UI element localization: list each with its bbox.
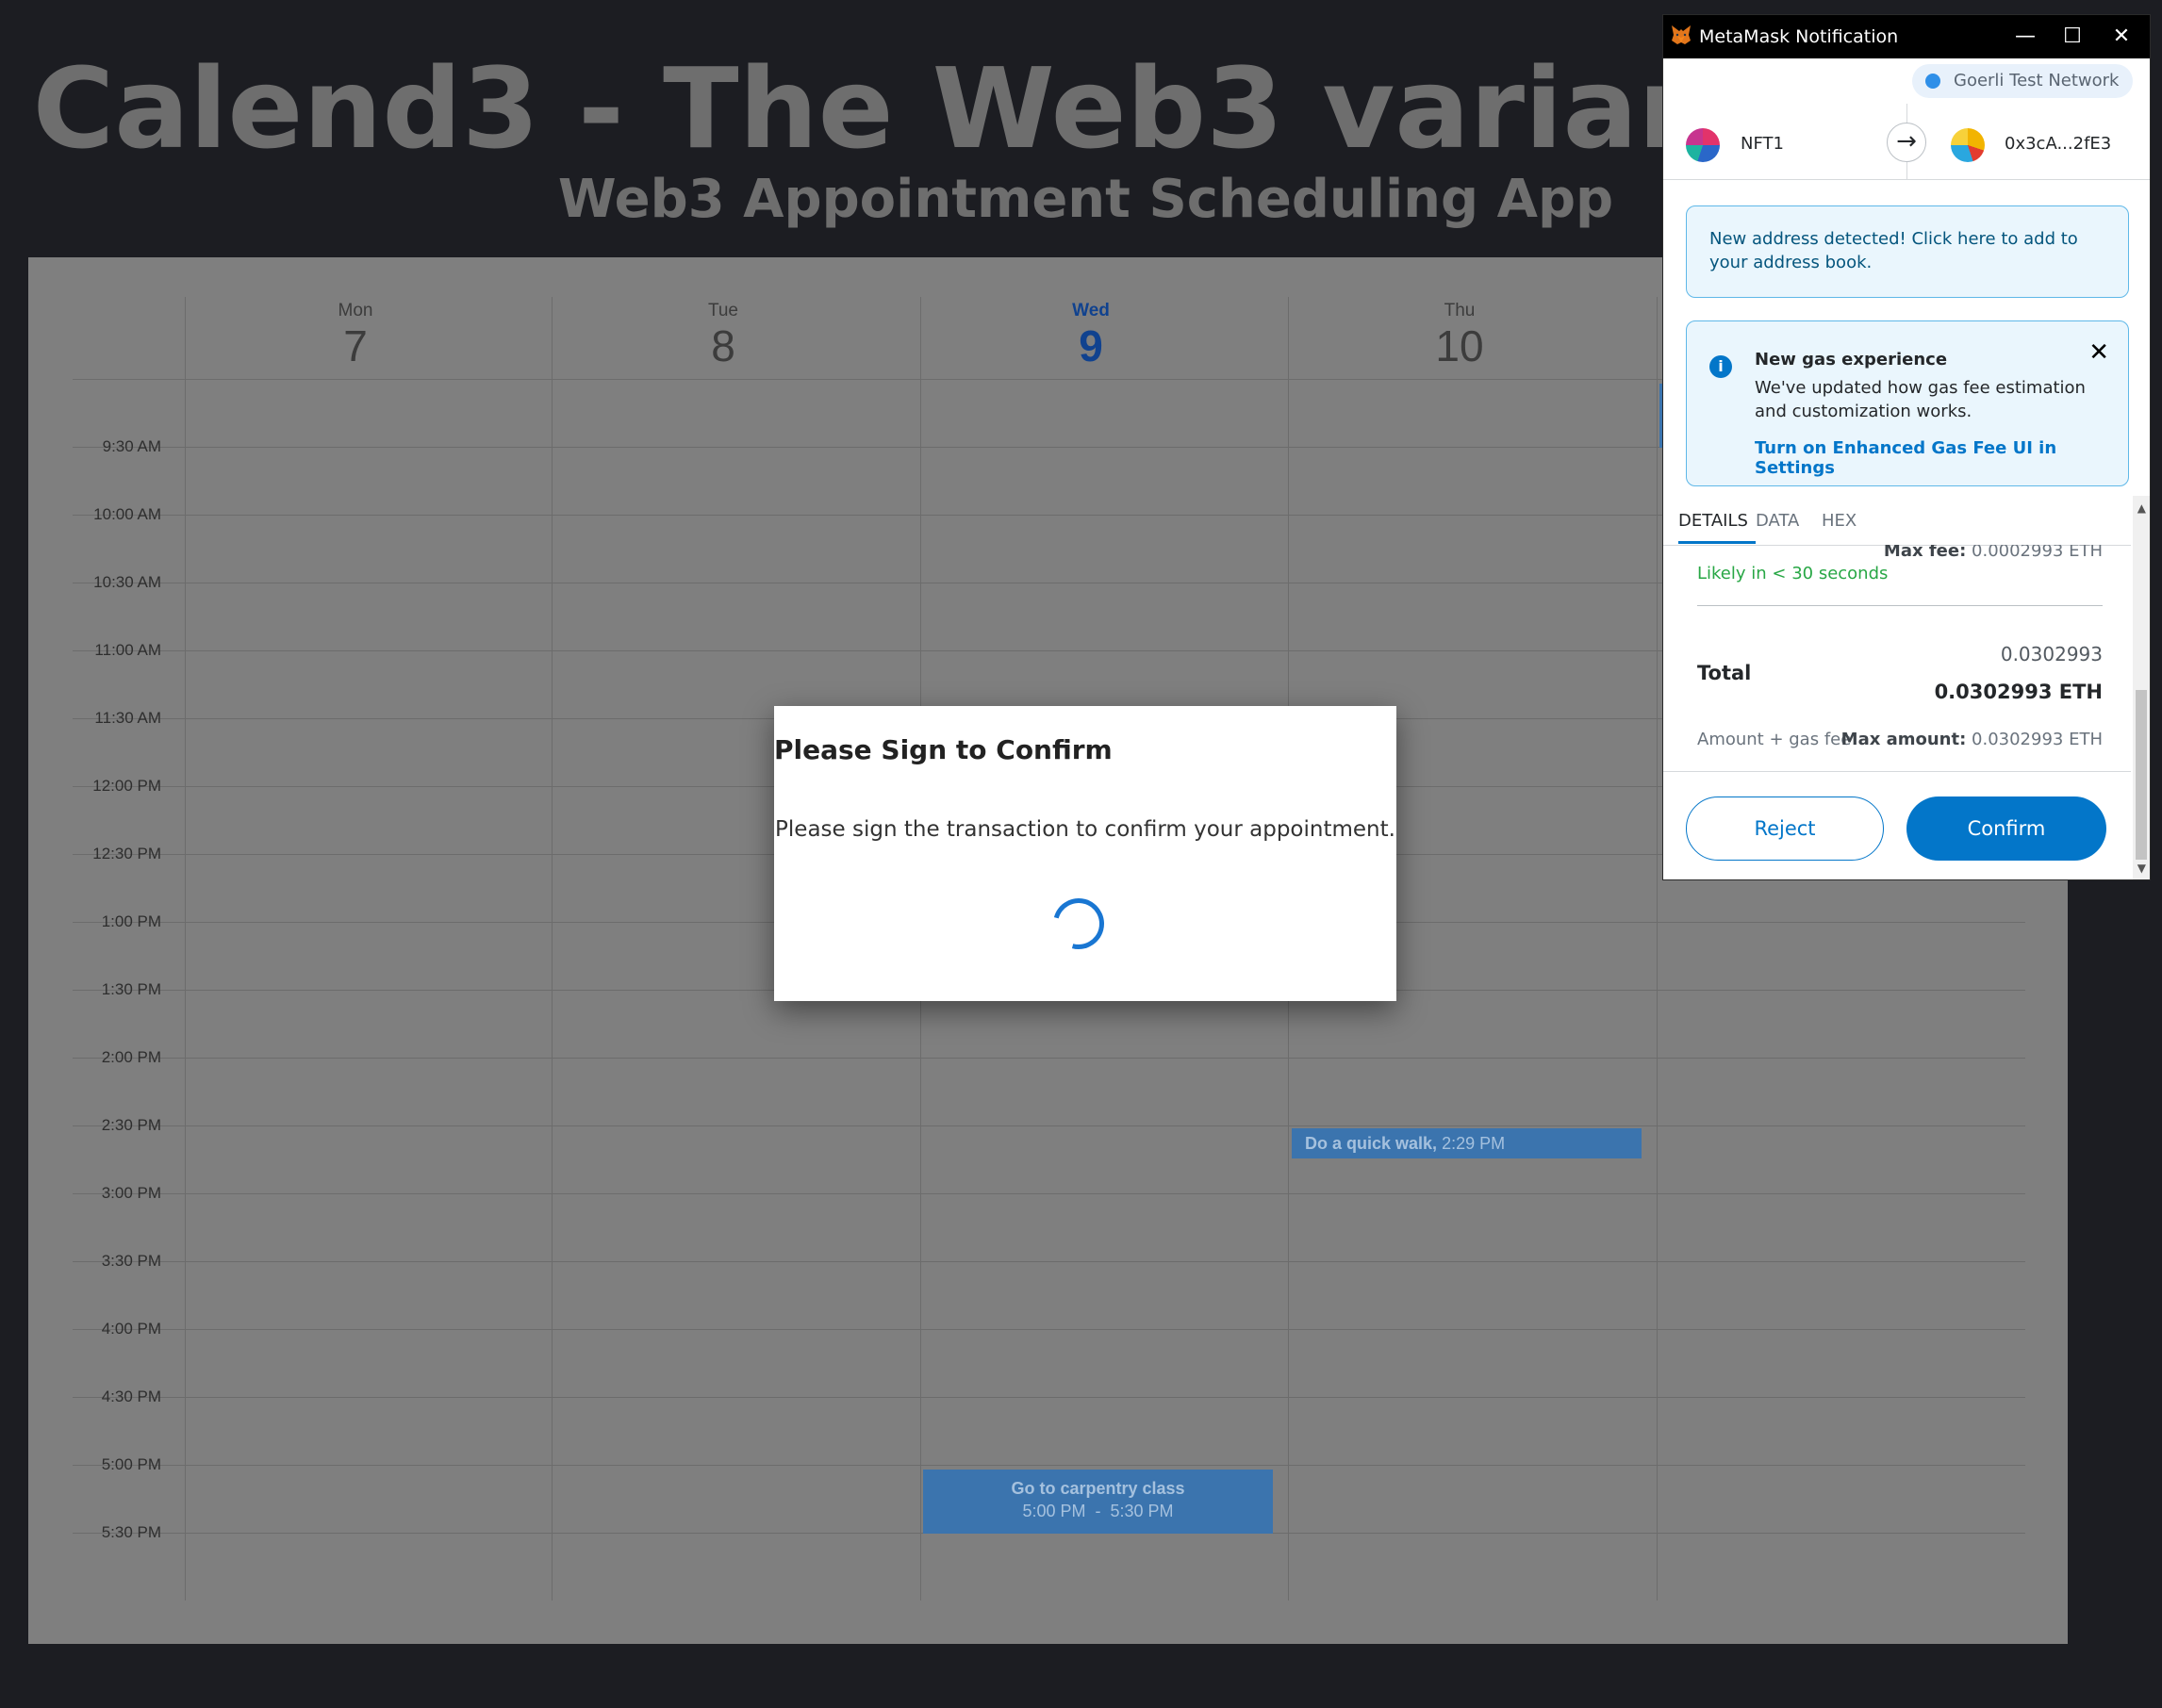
event-time: 2:29 PM <box>1442 1134 1506 1153</box>
network-name: Goerli Test Network <box>1954 71 2120 90</box>
time-slot-label: 2:30 PM <box>101 1116 161 1134</box>
time-slot-label: 4:00 PM <box>101 1320 161 1338</box>
metamask-notification-window: MetaMask Notification — ☐ ✕ Goerli Test … <box>1662 14 2151 880</box>
metamask-fox-icon <box>1672 25 1691 44</box>
footer-divider <box>1663 771 2131 772</box>
close-window-button[interactable]: ✕ <box>2103 21 2140 53</box>
time-slot-label: 3:30 PM <box>101 1252 161 1270</box>
network-selector[interactable]: Goerli Test Network <box>1912 64 2133 98</box>
max-amount-label: Max amount: <box>1840 730 1967 749</box>
event-time: 5:00 PM - 5:30 PM <box>1022 1502 1174 1520</box>
time-slot-label: 2:00 PM <box>101 1048 161 1066</box>
day-header-thu[interactable]: Thu 10 <box>1276 301 1643 370</box>
confirm-button[interactable]: Confirm <box>1906 797 2106 861</box>
window-title: MetaMask Notification <box>1699 26 1899 47</box>
gas-experience-alert: i New gas experience We've updated how g… <box>1686 320 2129 486</box>
network-status-icon <box>1925 74 1940 89</box>
day-header-tue[interactable]: Tue 8 <box>539 301 907 370</box>
time-slot-label: 11:00 AM <box>94 641 161 659</box>
max-fee: Max fee: 0.0002993 ETH <box>1884 545 2103 561</box>
time-slot-label: 9:30 AM <box>102 437 161 455</box>
day-number: 7 <box>343 321 368 370</box>
tab-details[interactable]: DETAILS <box>1678 511 1748 531</box>
new-address-alert[interactable]: New address detected! Click here to add … <box>1686 205 2129 298</box>
reject-button[interactable]: Reject <box>1686 797 1884 861</box>
day-header-mon[interactable]: Mon 7 <box>172 301 539 370</box>
info-icon: i <box>1709 355 1732 378</box>
tab-data[interactable]: DATA <box>1756 511 1799 531</box>
gas-alert-text: We've updated how gas fee estimation and… <box>1755 378 2086 421</box>
from-account-avatar <box>1686 128 1720 162</box>
enhanced-gas-settings-link[interactable]: Turn on Enhanced Gas Fee UI in Settings <box>1755 438 2128 478</box>
time-slot-label: 5:00 PM <box>101 1455 161 1473</box>
event-title: Go to carpentry class <box>1011 1479 1185 1498</box>
time-slot-label: 1:00 PM <box>101 912 161 930</box>
modal-title: Please Sign to Confirm <box>774 734 1113 765</box>
account-row: NFT1 → 0x3cA...2fE3 <box>1663 104 2150 180</box>
time-slot-label: 10:30 AM <box>93 573 161 591</box>
sign-confirm-modal: Please Sign to Confirm Please sign the t… <box>774 706 1396 1001</box>
from-account-name[interactable]: NFT1 <box>1741 134 1784 154</box>
to-account-avatar <box>1951 128 1985 162</box>
time-slot-label: 4:30 PM <box>101 1388 161 1405</box>
scrollbar-thumb[interactable] <box>2136 690 2147 860</box>
day-name: Wed <box>1072 301 1110 320</box>
max-fee-value: 0.0002993 ETH <box>1972 545 2103 561</box>
day-name: Thu <box>1444 301 1476 320</box>
maximize-button[interactable]: ☐ <box>2054 21 2091 53</box>
total-label: Total <box>1697 662 1752 684</box>
loading-spinner-icon <box>1044 889 1114 959</box>
day-number: 9 <box>1079 321 1103 370</box>
max-amount: Max amount: 0.0302993 ETH <box>1841 730 2103 749</box>
time-gridline <box>73 1397 2025 1398</box>
time-slot-label: 10:00 AM <box>93 505 161 523</box>
max-fee-label: Max fee: <box>1883 545 1967 561</box>
gas-alert-title: New gas experience <box>1755 350 1948 370</box>
time-gridline <box>73 1465 2025 1466</box>
modal-message: Please sign the transaction to confirm y… <box>775 817 1395 842</box>
day-header-wed[interactable]: Wed 9 <box>907 301 1275 370</box>
amount-gas-fee-label: Amount + gas fee <box>1697 730 1852 749</box>
time-slot-label: 5:30 PM <box>101 1523 161 1541</box>
time-gridline <box>73 1329 2025 1330</box>
day-number: 10 <box>1435 321 1484 370</box>
day-divider <box>1657 297 1658 1601</box>
day-number: 8 <box>711 321 735 370</box>
transaction-tabs: DETAILS DATA HEX <box>1663 496 2131 546</box>
total-amount: 0.0302993 ETH <box>1934 681 2103 703</box>
day-divider <box>552 297 553 1601</box>
time-slot-label: 3:00 PM <box>101 1184 161 1202</box>
calendar-event-carpentry[interactable]: Go to carpentry class 5:00 PM - 5:30 PM <box>923 1470 1273 1534</box>
window-titlebar[interactable]: MetaMask Notification — ☐ ✕ <box>1663 15 2150 58</box>
to-address[interactable]: 0x3cA...2fE3 <box>2005 134 2111 154</box>
event-title: Do a quick walk, <box>1305 1134 1438 1153</box>
active-tab-indicator <box>1678 541 1756 544</box>
time-slot-label: 11:30 AM <box>94 709 161 727</box>
scroll-up-icon[interactable]: ▲ <box>2137 501 2146 515</box>
time-gridline <box>73 1058 2025 1059</box>
day-name: Mon <box>338 301 373 320</box>
time-gridline <box>73 1125 2025 1126</box>
time-gridline <box>73 1261 2025 1262</box>
time-slot-label: 12:30 PM <box>92 845 161 862</box>
tab-hex[interactable]: HEX <box>1822 511 1857 531</box>
time-slot-label: 12:00 PM <box>92 777 161 795</box>
max-amount-value: 0.0302993 ETH <box>1972 730 2103 749</box>
time-slot-label: 1:30 PM <box>101 980 161 998</box>
minimize-button[interactable]: — <box>2006 21 2044 53</box>
scroll-down-icon[interactable]: ▼ <box>2137 862 2146 875</box>
divider <box>1697 605 2103 606</box>
calendar-event-walk[interactable]: Do a quick walk, 2:29 PM <box>1292 1128 1642 1158</box>
likely-time: Likely in < 30 seconds <box>1697 564 1889 583</box>
day-divider <box>185 297 186 1601</box>
close-icon[interactable]: ✕ <box>2088 338 2109 367</box>
day-name: Tue <box>707 301 739 320</box>
total-amount-secondary: 0.0302993 <box>2000 643 2103 665</box>
time-gridline <box>73 1193 2025 1194</box>
transaction-details: Max fee: 0.0002993 ETH Likely in < 30 se… <box>1663 545 2131 782</box>
arrow-right-icon: → <box>1887 123 1926 162</box>
